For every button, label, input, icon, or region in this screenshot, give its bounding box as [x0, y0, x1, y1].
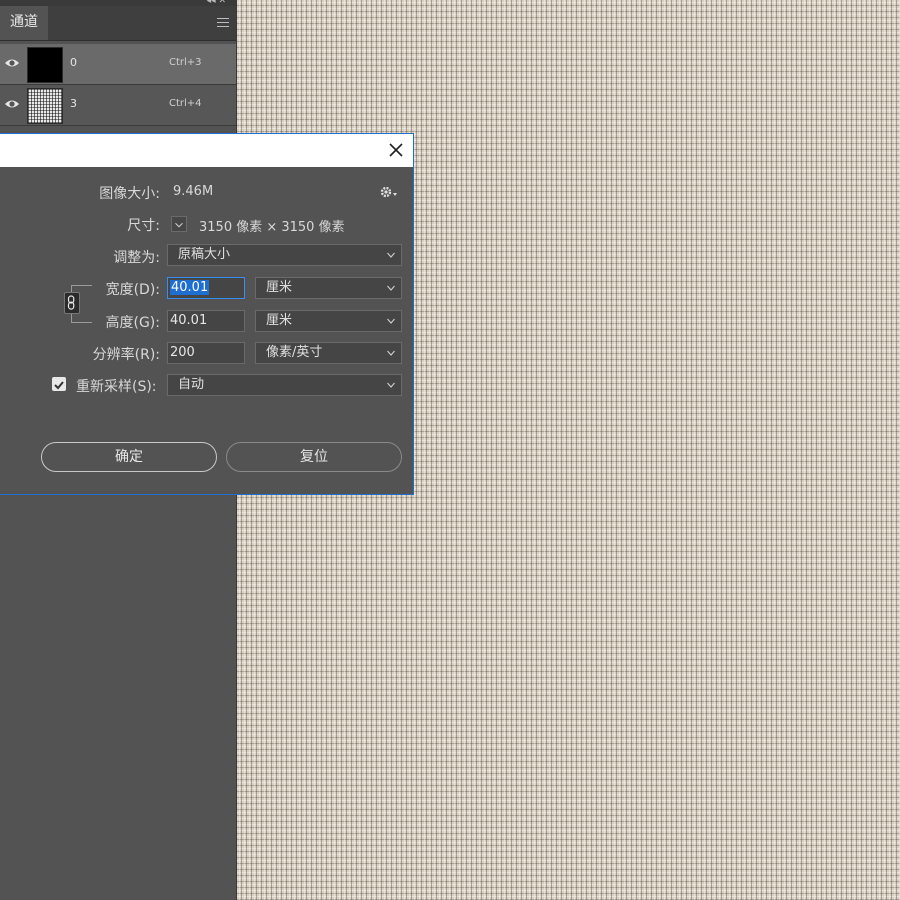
- image-size-label: 图像大小:: [99, 186, 160, 202]
- ok-button[interactable]: 确定: [41, 442, 217, 472]
- width-label: 宽度(D):: [105, 282, 160, 298]
- checkmark-icon: [54, 381, 64, 390]
- resolution-value: 200: [170, 345, 195, 360]
- height-unit-value: 厘米: [266, 313, 293, 328]
- dimensions-label: 尺寸:: [127, 218, 160, 234]
- gear-icon[interactable]: [379, 185, 399, 199]
- resolution-unit-value: 像素/英寸: [266, 345, 323, 360]
- channel-name: 3: [70, 97, 77, 110]
- fit-to-label: 调整为:: [113, 250, 160, 266]
- channel-row[interactable]: 0 Ctrl+3: [0, 44, 236, 85]
- channel-row[interactable]: 3 Ctrl+4: [0, 85, 236, 126]
- chain-link-icon[interactable]: [64, 292, 80, 314]
- fit-to-value: 原稿大小: [178, 247, 231, 262]
- panel-menu-icon[interactable]: [217, 18, 229, 28]
- close-icon[interactable]: [387, 141, 405, 159]
- resample-checkbox[interactable]: [52, 377, 66, 391]
- resolution-input[interactable]: 200: [167, 342, 245, 364]
- visibility-eye-icon[interactable]: [4, 57, 20, 69]
- resample-select[interactable]: 自动: [167, 374, 402, 396]
- resolution-unit-select[interactable]: 像素/英寸: [255, 342, 402, 364]
- fit-to-select[interactable]: 原稿大小: [167, 244, 402, 266]
- height-label: 高度(G):: [105, 315, 161, 331]
- dialog-title-bar[interactable]: [0, 134, 413, 167]
- chevron-down-icon: [175, 222, 183, 228]
- height-input[interactable]: 40.01: [167, 310, 245, 332]
- resolution-label: 分辨率(R):: [92, 347, 160, 363]
- width-value: 40.01: [170, 280, 210, 295]
- height-value: 40.01: [170, 313, 208, 328]
- channel-shortcut: Ctrl+3: [169, 57, 202, 68]
- chevron-down-icon: [387, 382, 395, 388]
- chevron-down-icon: [387, 350, 395, 356]
- tab-channels[interactable]: 通道: [0, 6, 48, 40]
- panel-header: 通道: [0, 6, 236, 41]
- width-unit-value: 厘米: [266, 280, 293, 295]
- visibility-eye-icon[interactable]: [4, 98, 20, 110]
- image-size-dialog: 图像大小: 9.46M 尺寸: 3150 像素 × 3150 像素 调整为: 原…: [0, 133, 414, 495]
- dimensions-value: 3150 像素 × 3150 像素: [199, 220, 345, 235]
- channel-shortcut: Ctrl+4: [169, 98, 202, 109]
- resample-value: 自动: [178, 377, 205, 392]
- channel-thumbnail: [27, 88, 63, 124]
- chevron-down-icon: [387, 252, 395, 258]
- width-unit-select[interactable]: 厘米: [255, 277, 402, 299]
- channel-thumbnail: [27, 47, 63, 83]
- channel-name: 0: [70, 56, 77, 69]
- image-size-value: 9.46M: [173, 184, 214, 199]
- resample-label: 重新采样(S):: [76, 379, 157, 395]
- height-unit-select[interactable]: 厘米: [255, 310, 402, 332]
- chevron-down-icon: [387, 318, 395, 324]
- chevron-down-icon: [387, 285, 395, 291]
- width-input[interactable]: 40.01: [167, 277, 245, 299]
- dimensions-dropdown-toggle[interactable]: [171, 216, 187, 232]
- reset-button[interactable]: 复位: [226, 442, 402, 472]
